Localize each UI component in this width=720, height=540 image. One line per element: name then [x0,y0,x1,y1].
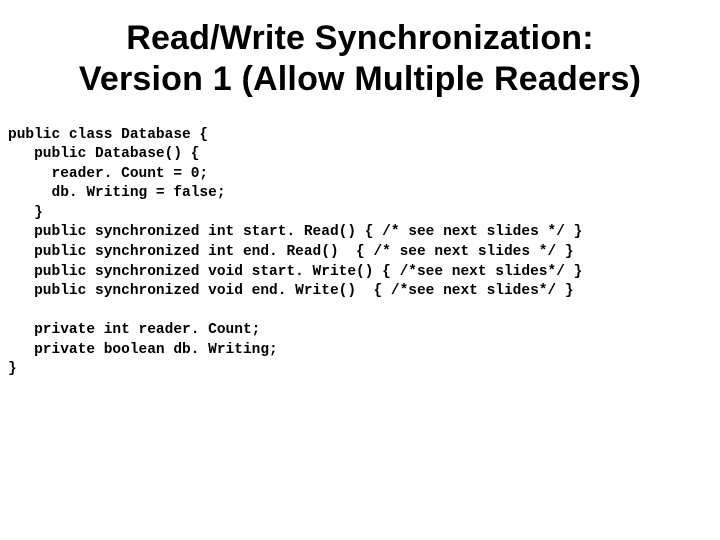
code-line: reader. Count = 0; [8,166,208,182]
code-line: } [8,361,17,377]
slide: Read/Write Synchronization: Version 1 (A… [0,0,720,540]
title-line-1: Read/Write Synchronization: [126,19,594,57]
code-line: private int reader. Count; [8,322,260,338]
code-line: public Database() { [8,146,199,162]
slide-title: Read/Write Synchronization: Version 1 (A… [8,18,712,100]
code-block: public class Database { public Database(… [8,126,712,380]
code-line: public synchronized int start. Read() { … [8,224,582,240]
title-line-2: Version 1 (Allow Multiple Readers) [79,60,641,98]
code-line: db. Writing = false; [8,185,226,201]
code-line: public synchronized void end. Write() { … [8,283,574,299]
code-line: public class Database { [8,127,208,143]
code-line: } [8,205,43,221]
code-line: public synchronized int end. Read() { /*… [8,244,574,260]
code-line: public synchronized void start. Write() … [8,264,582,280]
code-line: private boolean db. Writing; [8,342,278,358]
